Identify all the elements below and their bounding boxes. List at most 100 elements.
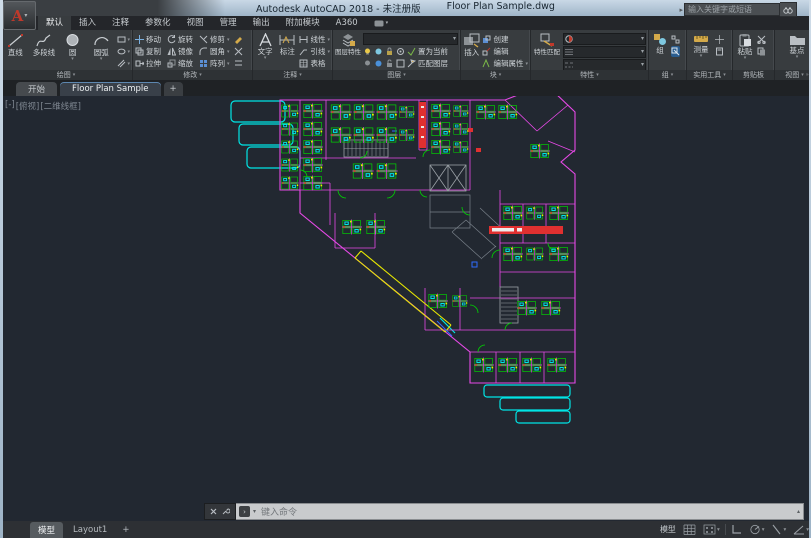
- point-tool-icon[interactable]: [715, 34, 724, 45]
- paste-button[interactable]: 粘贴 ▾: [735, 32, 755, 61]
- move-tool[interactable]: 移动: [135, 34, 161, 45]
- polyline-tool[interactable]: 多段线: [31, 32, 58, 57]
- command-history-expand-icon[interactable]: ▴: [797, 508, 800, 515]
- new-drawing-tab-button[interactable]: +: [163, 82, 183, 96]
- viewport-visual-style-control[interactable]: [二维线框]: [40, 100, 81, 112]
- copy-clip-tool-icon[interactable]: [757, 46, 766, 57]
- explode-tool-icon[interactable]: [234, 46, 243, 57]
- isodraft-icon[interactable]: ▾: [769, 523, 788, 536]
- recent-commands-dropdown-icon[interactable]: ▾: [253, 508, 256, 515]
- match-properties-button[interactable]: 特性匹配: [533, 32, 561, 56]
- erase-tool-icon[interactable]: [234, 34, 243, 45]
- edit-attributes-tool[interactable]: 编辑属性 ▾: [482, 58, 528, 69]
- model-space-toggle[interactable]: 模型: [658, 523, 678, 536]
- panel-layers-footer[interactable]: 图层 ▾: [333, 70, 460, 80]
- customize-command-icon[interactable]: [221, 507, 230, 516]
- offset-tool-icon[interactable]: [234, 58, 243, 69]
- lineweight-dropdown[interactable]: [563, 46, 646, 58]
- make-current-button[interactable]: 置为当前: [407, 46, 448, 57]
- layer-on-icon[interactable]: [363, 47, 372, 56]
- layer-thaw-icon[interactable]: [374, 59, 383, 68]
- grid-icon[interactable]: [681, 523, 698, 536]
- close-command-icon[interactable]: [210, 508, 217, 515]
- insert-block-button[interactable]: 插入: [463, 32, 480, 57]
- layer-walk-icon[interactable]: [396, 59, 405, 68]
- stretch-tool[interactable]: 拉伸: [135, 58, 161, 69]
- circle-tool[interactable]: 圆 ▾: [59, 32, 86, 62]
- dimension-tool[interactable]: 标注: [277, 32, 297, 56]
- search-collapse-icon[interactable]: ▸: [679, 6, 683, 14]
- measure-button[interactable]: 测量 ▾: [689, 32, 713, 59]
- object-color-dropdown[interactable]: [563, 33, 646, 45]
- text-tool[interactable]: 文字 ▾: [255, 32, 275, 61]
- edit-block-tool[interactable]: 编辑: [482, 46, 528, 57]
- command-prompt-icon[interactable]: ›: [239, 506, 250, 517]
- search-binoculars-icon[interactable]: [780, 2, 797, 17]
- panel-modify-footer[interactable]: 修改 ▾: [133, 70, 252, 80]
- panel-draw-footer[interactable]: 绘图 ▾: [0, 70, 132, 80]
- command-input-area[interactable]: › ▾ ▴: [236, 503, 804, 520]
- panel-block-footer[interactable]: 块 ▾: [461, 70, 530, 80]
- array-tool[interactable]: 阵列 ▾: [199, 58, 230, 69]
- panel-groups-footer[interactable]: 组 ▾: [649, 70, 686, 80]
- ribbon-tab-a360[interactable]: A360: [328, 16, 366, 30]
- polar-tracking-icon[interactable]: ▾: [747, 523, 767, 536]
- rotate-tool[interactable]: 旋转: [167, 34, 193, 45]
- layer-isolate-icon[interactable]: [396, 47, 405, 56]
- ungroup-tool-icon[interactable]: [671, 34, 680, 45]
- panel-view-footer[interactable]: 视图 ▾»: [775, 70, 811, 80]
- viewport-menu-control[interactable]: [-]: [5, 100, 15, 112]
- layer-freeze-icon[interactable]: [374, 47, 383, 56]
- create-block-tool[interactable]: 创建: [482, 34, 528, 45]
- leader-tool[interactable]: 引线 ▾: [299, 46, 330, 57]
- model-tab[interactable]: 模型: [30, 521, 64, 538]
- new-layout-button[interactable]: +: [117, 523, 134, 537]
- base-button[interactable]: 基点 ▾: [782, 32, 811, 60]
- layer-unlock-icon[interactable]: [385, 59, 394, 68]
- title-bar[interactable]: Autodesk AutoCAD 2018 - 未注册版 Floor Plan …: [0, 0, 811, 17]
- model-space-canvas[interactable]: [-] [俯视] [二维线框]: [0, 96, 811, 521]
- featured-apps-tab[interactable]: ▾: [366, 16, 397, 30]
- cut-tool-icon[interactable]: [757, 34, 766, 45]
- fillet-tool[interactable]: 圆角 ▾: [199, 46, 230, 57]
- application-menu-button[interactable]: A ▾: [3, 1, 36, 30]
- file-tab-drawing[interactable]: Floor Plan Sample: [60, 82, 161, 96]
- ellipse-tool-icon[interactable]: ▾: [117, 46, 130, 57]
- trim-tool[interactable]: 修剪 ▾: [199, 34, 230, 45]
- group-selection-toggle[interactable]: [671, 46, 680, 57]
- linear-dimension-tool[interactable]: 线性 ▾: [299, 34, 330, 45]
- ortho-icon[interactable]: [729, 523, 744, 536]
- panel-utilities-footer[interactable]: 实用工具 ▾: [687, 70, 732, 80]
- layer-dropdown[interactable]: [363, 33, 458, 45]
- rectangle-tool-icon[interactable]: ▾: [117, 34, 130, 45]
- mirror-tool[interactable]: 镜像: [167, 46, 193, 57]
- ribbon-tab-home[interactable]: 默认: [38, 16, 72, 30]
- layer-off-icon[interactable]: [363, 59, 372, 68]
- group-button[interactable]: 组: [651, 32, 669, 55]
- calculator-tool-icon[interactable]: [715, 46, 724, 57]
- viewport-view-control[interactable]: [俯视]: [16, 100, 40, 112]
- layer-lock-icon[interactable]: [385, 47, 394, 56]
- help-search-input[interactable]: [684, 3, 780, 16]
- file-tab-start[interactable]: 开始: [16, 82, 58, 96]
- ribbon-tab-insert[interactable]: 插入: [71, 16, 104, 30]
- command-input[interactable]: [259, 505, 794, 518]
- ribbon-tab-addins[interactable]: 附加模块: [278, 16, 328, 30]
- scale-tool[interactable]: 缩放: [167, 58, 193, 69]
- snap-icon[interactable]: ▾: [701, 523, 722, 536]
- hatch-tool-icon[interactable]: ▾: [117, 58, 130, 69]
- ribbon-tab-output[interactable]: 输出: [245, 16, 278, 30]
- copy-tool[interactable]: 复制: [135, 46, 161, 57]
- match-layer-button[interactable]: 匹配图层: [407, 58, 448, 69]
- table-tool[interactable]: 表格: [299, 58, 330, 69]
- ribbon-tab-manage[interactable]: 管理: [212, 16, 245, 30]
- line-tool[interactable]: 直线: [2, 32, 29, 57]
- panel-properties-footer[interactable]: 特性 ▾: [531, 70, 648, 80]
- layout1-tab[interactable]: Layout1: [65, 523, 115, 537]
- layer-properties-button[interactable]: 图层特性: [335, 32, 361, 56]
- ribbon-tab-parametric[interactable]: 参数化: [137, 16, 179, 30]
- panel-annotation-footer[interactable]: 注释 ▾: [253, 70, 332, 80]
- osnap-icon[interactable]: ▾: [791, 523, 811, 536]
- ribbon-tab-annotate[interactable]: 注释: [104, 16, 137, 30]
- arc-tool[interactable]: 圆弧 ▾: [88, 32, 115, 62]
